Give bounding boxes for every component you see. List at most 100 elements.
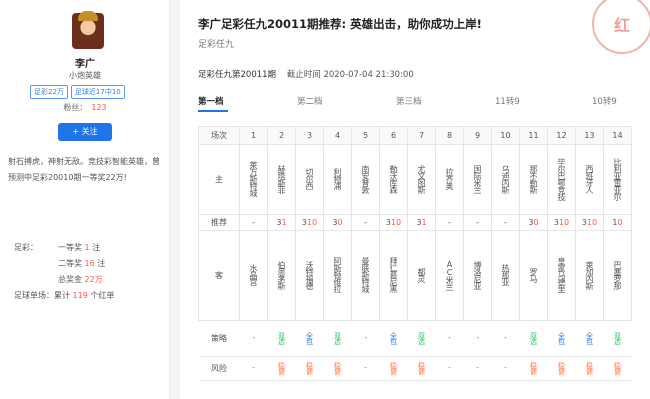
home-team: 南安普敦 <box>351 144 380 215</box>
tab-tier-2[interactable]: 第二档 <box>297 95 323 107</box>
home-team: 西班牙人 <box>575 144 604 215</box>
strategy-value: 双选 <box>333 331 342 344</box>
strategy: 全包 <box>379 320 408 357</box>
tab-tier-3[interactable]: 第三档 <box>396 95 422 107</box>
risk-value: - <box>473 364 482 371</box>
tab-11-to-9[interactable]: 11转9 <box>495 95 520 107</box>
match-number: 8 <box>435 126 464 145</box>
risk: 稳健 <box>379 356 408 381</box>
strategy: 双选 <box>603 320 632 357</box>
home-team-name: 南安普敦 <box>361 164 370 193</box>
recommendation: - <box>435 214 464 231</box>
recommendation: - <box>463 214 492 231</box>
rec-secondary: 1 <box>281 218 287 227</box>
table-row: 策略 - 双选 全包 双选 - 全包 双选 - - - 双选 全包 全包 双选 <box>198 320 632 357</box>
expert-name: 李广 <box>75 59 95 70</box>
recommendation: 310 <box>295 214 324 231</box>
deadline: 截止时间 2020-07-04 21:30:00 <box>286 70 414 80</box>
away-team: 阿斯顿维拉 <box>323 230 352 321</box>
risk-value: 稳健 <box>529 361 538 374</box>
red-stamp-icon: 红 <box>592 0 650 54</box>
match-number: 1 <box>239 126 268 145</box>
strategy-value: 全包 <box>585 331 594 344</box>
risk: - <box>435 356 464 381</box>
away-team-name: 沃特福德 <box>305 260 314 289</box>
risk: - <box>491 356 520 381</box>
fans-count: 粉丝： 123 <box>0 102 170 113</box>
home-team-name: 乌迪内斯 <box>501 164 510 193</box>
rec-secondary: 0 <box>617 218 623 227</box>
match-number: 11 <box>519 126 548 145</box>
strategy-value: 双选 <box>277 331 286 344</box>
strategy: - <box>239 320 268 357</box>
follow-button[interactable]: + 关注 <box>58 123 112 141</box>
match-table: 场次 1 2 3 4 5 6 7 8 9 10 11 12 13 14 主 莱万斯特城 赫塔斯菲 切尔西 利物浦… <box>198 126 632 381</box>
rec-secondary: 0 <box>337 218 343 227</box>
risk: 稳健 <box>519 356 548 381</box>
strategy-value: - <box>445 334 454 341</box>
risk-value: - <box>445 364 454 371</box>
rec-primary: - <box>448 218 451 227</box>
expert-intro: 射石搏虎，神射无敌。竞技彩智能英雄，曾预测中足彩20010期一等奖22万! <box>8 157 160 182</box>
away-team: 皇家马德里 <box>547 230 576 321</box>
red-unit: 个红单 <box>90 291 115 300</box>
risk: - <box>239 356 268 381</box>
match-number: 10 <box>491 126 520 145</box>
single-label: 足球单场： <box>14 291 54 300</box>
strategy: - <box>351 320 380 357</box>
strategy-value: 全包 <box>305 331 314 344</box>
article-title: 李广足彩任九20011期推荐: 英雄出击，助你成功上岸! <box>198 17 482 31</box>
row-label-home: 主 <box>198 144 240 215</box>
home-team-name: 赫塔斯菲 <box>277 164 286 193</box>
risk-value: 稳健 <box>417 361 426 374</box>
away-team-name: 热那亚 <box>501 264 510 285</box>
first-prize-count: 1 <box>84 243 90 252</box>
strategy: - <box>491 320 520 357</box>
tab-tier-1[interactable]: 第一档 <box>198 95 224 107</box>
cumulative-label: 累计 <box>54 291 70 300</box>
risk-value: 稳健 <box>585 361 594 374</box>
avatar[interactable] <box>72 11 104 49</box>
expert-title: 小炮英雄 <box>69 71 101 80</box>
match-number: 9 <box>463 126 492 145</box>
match-number: 6 <box>379 126 408 145</box>
expert-tags: 足彩22万 足球近17中10 <box>30 85 125 99</box>
match-number: 14 <box>603 126 632 145</box>
strategy-value: 全包 <box>389 331 398 344</box>
table-row: 风险 - 稳健 稳健 稳健 - 稳健 稳健 - - - 稳健 稳健 稳健 稳健 <box>198 356 632 381</box>
away-team: 沃特福德 <box>295 230 324 321</box>
strategy: 双选 <box>519 320 548 357</box>
home-team-name: 毕尔巴鄂竞技 <box>557 157 566 200</box>
second-prize-count: 16 <box>84 259 95 268</box>
awards-summary: 足彩： 一等奖 1 注 二等奖 16 注 总奖金 22万 足球单场： 累计 11… <box>14 240 114 304</box>
tab-10-to-9[interactable]: 10转9 <box>592 95 617 107</box>
home-team: 勒沃库森 <box>379 144 408 215</box>
risk: 稳健 <box>575 356 604 381</box>
away-team: 水晶宫 <box>239 230 268 321</box>
away-team: AC米兰 <box>435 230 464 321</box>
home-team-name: 利物浦 <box>333 168 342 189</box>
rec-primary: - <box>504 218 507 227</box>
total-prize-label: 总奖金 <box>58 275 82 284</box>
away-team-name: 皇家马德里 <box>557 257 566 292</box>
home-team: 毕尔巴鄂竞技 <box>547 144 576 215</box>
away-team-name: AC米兰 <box>445 259 454 290</box>
risk: 稳健 <box>295 356 324 381</box>
row-label-risk: 风险 <box>198 356 240 381</box>
home-team: 利物浦 <box>323 144 352 215</box>
risk-value: 稳健 <box>305 361 314 374</box>
recommendation: 10 <box>603 214 632 231</box>
risk-value: 稳健 <box>277 361 286 374</box>
home-team-name: 国际米兰 <box>473 164 482 193</box>
match-number: 3 <box>295 126 324 145</box>
away-team: 莱加内斯 <box>575 230 604 321</box>
strategy: 全包 <box>575 320 604 357</box>
row-label-match: 场次 <box>198 126 240 145</box>
strategy-value: - <box>361 334 370 341</box>
unit-zhu: 注 <box>92 243 101 252</box>
rec-secondary: 1 <box>421 218 427 227</box>
home-team: 乌迪内斯 <box>491 144 520 215</box>
risk: - <box>463 356 492 381</box>
risk-value: 稳健 <box>389 361 398 374</box>
issue-number: 足彩任九第20011期 <box>198 70 277 80</box>
